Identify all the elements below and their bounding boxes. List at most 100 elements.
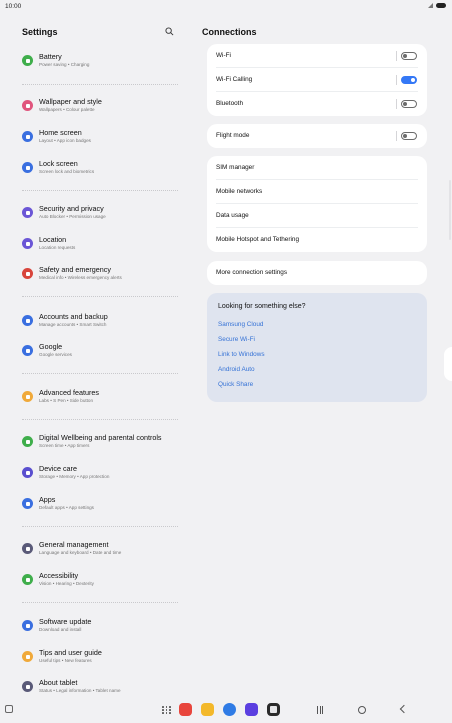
accounts-icon xyxy=(22,315,33,326)
home-icon xyxy=(22,131,33,142)
item-title: Home screen xyxy=(39,128,82,137)
row-mobile-networks[interactable]: Mobile networks xyxy=(207,180,427,204)
settings-item-safety[interactable]: Safety and emergency Medical info • Wire… xyxy=(22,265,178,289)
accessibility-icon xyxy=(22,574,33,585)
settings-item-location[interactable]: Location Location requests xyxy=(22,235,178,259)
row-label: Mobile networks xyxy=(216,188,263,195)
advanced-features-icon xyxy=(22,391,33,402)
settings-item-accounts[interactable]: Accounts and backup Manage accounts • Sm… xyxy=(22,312,178,336)
settings-item-google[interactable]: Google Google services xyxy=(22,342,178,366)
settings-item-about[interactable]: About tablet Status • Legal information … xyxy=(22,678,178,702)
link-android-auto[interactable]: Android Auto xyxy=(218,366,255,373)
row-label: Wi-Fi xyxy=(216,52,231,59)
item-subtitle: Vision • Hearing • Dexterity xyxy=(39,581,94,586)
settings-item-software-update[interactable]: Software update Download and install xyxy=(22,617,178,641)
status-time: 10:00 xyxy=(5,3,22,10)
status-icons xyxy=(428,3,446,8)
settings-item-general-management[interactable]: General management Language and keyboard… xyxy=(22,540,178,564)
settings-item-lock-screen[interactable]: Lock screen Screen lock and biometrics xyxy=(22,159,178,183)
bluetooth-toggle[interactable] xyxy=(401,100,417,108)
signal-icon xyxy=(428,3,433,8)
row-label: Flight mode xyxy=(216,132,250,139)
item-subtitle: Auto Blocker • Permission usage xyxy=(39,214,106,219)
item-subtitle: Google services xyxy=(39,352,72,357)
edge-panel-handle[interactable] xyxy=(444,347,452,381)
messages-app-icon[interactable] xyxy=(223,703,236,716)
row-flight-mode[interactable]: Flight mode xyxy=(207,124,427,148)
settings-item-device-care[interactable]: Device care Storage • Memory • App prote… xyxy=(22,464,178,488)
row-sim-manager[interactable]: SIM manager xyxy=(207,156,427,180)
item-title: Software update xyxy=(39,617,92,626)
flight-mode-toggle[interactable] xyxy=(401,132,417,140)
battery-icon xyxy=(22,55,33,66)
item-subtitle: Labs • S Pen • Side button xyxy=(39,398,94,403)
home-button-icon[interactable] xyxy=(358,706,366,714)
wifi-toggle[interactable] xyxy=(401,52,417,60)
divider xyxy=(22,419,178,420)
item-subtitle: Screen lock and biometrics xyxy=(39,169,95,174)
settings-item-home-screen[interactable]: Home screen Layout • App icon badges xyxy=(22,128,178,152)
item-title: Accessibility xyxy=(39,571,79,580)
wellbeing-icon xyxy=(22,436,33,447)
item-subtitle: Download and install xyxy=(39,627,82,632)
row-wifi[interactable]: Wi-Fi xyxy=(207,44,427,68)
row-more-connection-settings[interactable]: More connection settings xyxy=(207,261,427,285)
item-title: Digital Wellbeing and parental controls xyxy=(39,433,162,442)
more-card: More connection settings xyxy=(207,261,427,285)
divider xyxy=(396,51,397,61)
keyboard-icon[interactable] xyxy=(5,705,13,713)
item-subtitle: Location requests xyxy=(39,245,76,250)
row-bluetooth[interactable]: Bluetooth xyxy=(207,92,427,116)
search-icon[interactable] xyxy=(165,27,174,36)
item-title: Location xyxy=(39,235,67,244)
link-samsung-cloud[interactable]: Samsung Cloud xyxy=(218,321,263,328)
divider xyxy=(22,296,178,297)
item-subtitle: Power saving • Charging xyxy=(39,62,90,67)
item-title: Tips and user guide xyxy=(39,648,102,657)
settings-item-advanced[interactable]: Advanced features Labs • S Pen • Side bu… xyxy=(22,388,178,412)
network-card: SIM manager Mobile networks Data usage M… xyxy=(207,156,427,252)
pen-app-icon[interactable] xyxy=(245,703,258,716)
settings-item-wellbeing[interactable]: Digital Wellbeing and parental controls … xyxy=(22,433,178,457)
apps-grid-icon[interactable] xyxy=(162,706,171,714)
row-data-usage[interactable]: Data usage xyxy=(207,204,427,228)
settings-item-accessibility[interactable]: Accessibility Vision • Hearing • Dexteri… xyxy=(22,571,178,595)
link-quick-share[interactable]: Quick Share xyxy=(218,381,253,388)
row-label: Mobile Hotspot and Tethering xyxy=(216,236,300,243)
row-wifi-calling[interactable]: Wi-Fi Calling xyxy=(207,68,427,92)
item-subtitle: Manage accounts • Smart Switch xyxy=(39,322,107,327)
settings-item-battery[interactable]: Battery Power saving • Charging xyxy=(22,52,178,76)
camera-app-icon[interactable] xyxy=(267,703,280,716)
divider xyxy=(396,131,397,141)
wireless-card: Wi-Fi Wi-Fi Calling Bluetooth xyxy=(207,44,427,116)
row-label: Wi-Fi Calling xyxy=(216,76,253,83)
link-secure-wifi[interactable]: Secure Wi-Fi xyxy=(218,336,255,343)
row-hotspot[interactable]: Mobile Hotspot and Tethering xyxy=(207,228,427,252)
info-icon xyxy=(22,681,33,692)
divider xyxy=(22,84,178,85)
recents-icon[interactable] xyxy=(317,706,323,714)
link-link-to-windows[interactable]: Link to Windows xyxy=(218,351,265,358)
divider xyxy=(22,190,178,191)
item-subtitle: Medical info • Wireless emergency alerts xyxy=(39,275,122,280)
divider xyxy=(396,99,397,109)
wifi-calling-toggle[interactable] xyxy=(401,76,417,84)
tips-icon xyxy=(22,651,33,662)
settings-item-apps[interactable]: Apps Default apps • App settings xyxy=(22,495,178,519)
red-app-icon[interactable] xyxy=(179,703,192,716)
item-title: Device care xyxy=(39,464,77,473)
lock-icon xyxy=(22,162,33,173)
settings-item-wallpaper[interactable]: Wallpaper and style Wallpapers • Colour … xyxy=(22,97,178,121)
scrollbar[interactable] xyxy=(449,180,451,240)
settings-item-tips[interactable]: Tips and user guide Useful tips • New fe… xyxy=(22,648,178,672)
back-icon[interactable] xyxy=(399,704,409,714)
battery-status-icon xyxy=(436,3,446,8)
item-subtitle: Layout • App icon badges xyxy=(39,138,91,143)
general-management-icon xyxy=(22,543,33,554)
divider xyxy=(22,373,178,374)
item-title: Advanced features xyxy=(39,388,99,397)
folder-app-icon[interactable] xyxy=(201,703,214,716)
settings-item-security[interactable]: Security and privacy Auto Blocker • Perm… xyxy=(22,204,178,228)
row-label: Bluetooth xyxy=(216,100,244,107)
wallpaper-icon xyxy=(22,100,33,111)
